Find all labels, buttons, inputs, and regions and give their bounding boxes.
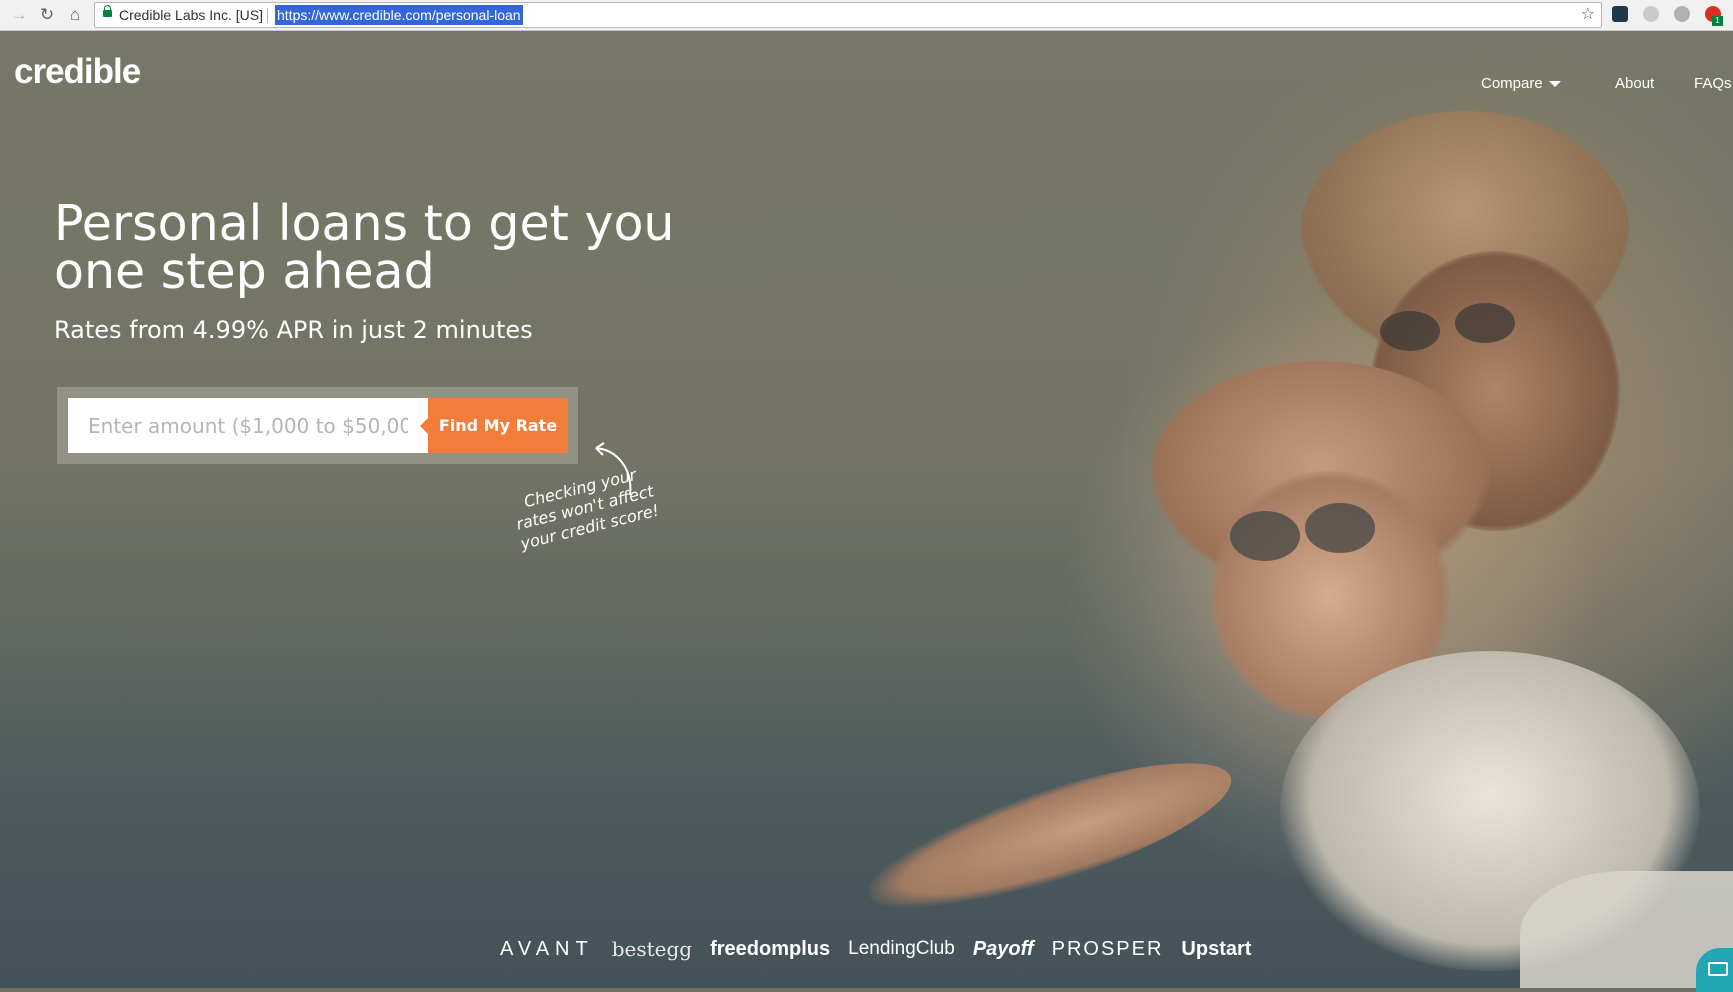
- hero-photo-shape: [1455, 303, 1515, 343]
- lender-logos: AVANT bestegg freedomplus LendingClub Pa…: [500, 934, 1251, 964]
- browser-toolbar: → ↻ ⌂ Credible Labs Inc. [US] https://ww…: [0, 0, 1733, 31]
- hero-photo-shape: [1380, 311, 1440, 351]
- back-arrow-icon[interactable]: →: [8, 4, 30, 26]
- envelope-icon: [1708, 962, 1728, 976]
- page-title: Personal loans to get you one step ahead: [54, 195, 675, 300]
- hero-photo-shape: [1305, 503, 1375, 553]
- lender-logo: PROSPER: [1051, 937, 1164, 960]
- chat-button[interactable]: [1696, 948, 1733, 992]
- extension-icon[interactable]: [1674, 6, 1690, 22]
- hero-photo-shape: [1230, 511, 1300, 561]
- address-bar[interactable]: Credible Labs Inc. [US] https://www.cred…: [94, 2, 1602, 28]
- lender-logo: Payoff: [972, 937, 1034, 960]
- home-icon[interactable]: ⌂: [64, 4, 86, 26]
- lender-logo: AVANT: [500, 937, 594, 960]
- divider: [267, 8, 268, 23]
- lender-logo: bestegg: [611, 937, 693, 961]
- chevron-down-icon: [1548, 81, 1561, 88]
- lender-logo: LendingClub: [848, 938, 955, 959]
- credible-logo[interactable]: credible: [14, 52, 141, 92]
- reload-icon[interactable]: ↻: [36, 4, 58, 26]
- nav-compare-label: Compare: [1481, 75, 1543, 92]
- loan-amount-input[interactable]: [68, 398, 428, 453]
- url-text[interactable]: https://www.credible.com/personal-loan: [275, 5, 523, 25]
- find-my-rate-button[interactable]: Find My Rate: [420, 398, 568, 453]
- nav-about[interactable]: About: [1615, 75, 1654, 92]
- nav-faqs[interactable]: FAQs: [1694, 75, 1732, 92]
- extension-badge: 1: [1712, 16, 1723, 26]
- lender-logo: freedomplus: [710, 937, 831, 960]
- lock-icon: [103, 5, 112, 17]
- page-subtitle: Rates from 4.99% APR in just 2 minutes: [54, 316, 533, 344]
- extension-icon[interactable]: [1643, 6, 1659, 22]
- hero-photo-shape: [855, 734, 1245, 938]
- site-identity[interactable]: Credible Labs Inc. [US]: [119, 3, 263, 27]
- star-icon[interactable]: ☆: [1581, 3, 1595, 27]
- hero-section: [0, 31, 1733, 988]
- extension-icon[interactable]: [1612, 6, 1628, 22]
- lender-logo: Upstart: [1181, 937, 1252, 960]
- nav-compare[interactable]: Compare: [1481, 75, 1561, 92]
